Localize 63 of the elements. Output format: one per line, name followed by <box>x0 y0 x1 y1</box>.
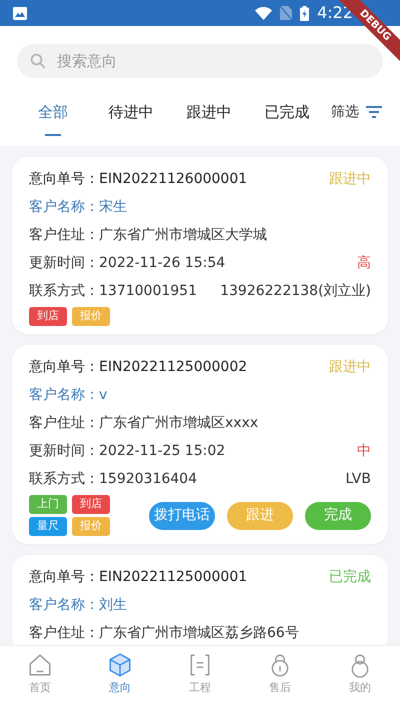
tag: 量尺 <box>29 517 67 536</box>
update-time: 2022-11-26 15:54 <box>99 254 226 272</box>
filter-tab[interactable]: 待进中 <box>92 78 170 146</box>
field-label: 更新时间： <box>29 442 99 460</box>
intent-card[interactable]: 意向单号：EIN20221126000001 跟进中 客户名称：宋生 客户住址：广东省广州市增城区大学城 更新时间：2022-11-26 15:54 高 联系方式：13710001951 13926222138(刘立业) 到店 报价 <box>12 157 388 334</box>
nav-item[interactable]: 首页 <box>0 646 80 711</box>
search-icon <box>29 52 47 70</box>
battery-icon <box>300 6 310 20</box>
field-label: 客户住址： <box>29 624 99 642</box>
phone-number: 13710001951 <box>99 282 197 300</box>
status-text: 已完成 <box>329 568 371 586</box>
field-label: 客户名称： <box>29 386 99 404</box>
filter-tab[interactable]: 全部 <box>14 78 92 146</box>
customer-name: 宋生 <box>99 198 127 216</box>
order-number: EIN20221125000002 <box>99 358 248 376</box>
customer-name: v <box>99 386 108 404</box>
filter-tab[interactable]: 已完成 <box>248 78 326 146</box>
customer-name: 刘生 <box>99 596 127 614</box>
field-label: 更新时间： <box>29 254 99 272</box>
status-text: 跟进中 <box>329 358 371 376</box>
field-label: 意向单号： <box>29 568 99 586</box>
action-button[interactable]: 完成 <box>305 502 371 530</box>
nav-item[interactable]: 我的 <box>320 646 400 711</box>
cube-icon <box>107 652 133 678</box>
wifi-icon <box>255 6 272 20</box>
tag: 到店 <box>72 495 110 514</box>
search-field[interactable]: 搜索意向 <box>17 44 383 78</box>
tag: 报价 <box>72 517 110 536</box>
nav-item[interactable]: 工程 <box>160 646 240 711</box>
home-icon <box>27 652 53 678</box>
field-label: 意向单号： <box>29 358 99 376</box>
tag: 上门 <box>29 495 67 514</box>
phone-number: 15920316404 <box>99 470 197 488</box>
second-contact: 13926222138(刘立业) <box>219 282 371 300</box>
field-label: 联系方式： <box>29 282 99 300</box>
nav-item[interactable]: 意向 <box>80 646 160 711</box>
intent-card[interactable]: 意向单号：EIN20221125000002 跟进中 客户名称：v 客户住址：广东省广州市增城区xxxx 更新时间：2022-11-25 15:02 中 联系方式：15920316404 LVB 上门 到店 量尺 报价 拨打电话 跟进 完成 <box>12 345 388 544</box>
field-label: 客户住址： <box>29 226 99 244</box>
second-contact: LVB <box>344 470 371 488</box>
action-button[interactable]: 拨打电话 <box>149 502 215 530</box>
nav-item[interactable]: 售后 <box>240 646 320 711</box>
filter-tab[interactable]: 跟进中 <box>170 78 248 146</box>
field-label: 客户名称： <box>29 198 99 216</box>
update-time: 2022-11-25 15:02 <box>99 442 226 460</box>
field-label: 意向单号： <box>29 170 99 188</box>
tag: 到店 <box>29 307 67 326</box>
customer-address: 广东省广州市增城区xxxx <box>99 414 258 432</box>
priority-text: 中 <box>357 442 371 460</box>
order-number: EIN20221126000001 <box>99 170 248 188</box>
priority-text: 高 <box>357 254 371 272</box>
customer-address: 广东省广州市增城区大学城 <box>99 226 267 244</box>
filter-icon <box>365 105 383 119</box>
field-label: 客户住址： <box>29 414 99 432</box>
customer-address: 广东省广州市增城区荔乡路66号 <box>99 624 299 642</box>
order-number: EIN20221125000001 <box>99 568 248 586</box>
intent-card[interactable]: 意向单号：EIN20221125000001 已完成 客户名称：刘生 客户住址：广东省广州市增城区荔乡路66号 <box>12 555 388 645</box>
filter-button[interactable]: 筛选 <box>331 102 383 122</box>
tag: 报价 <box>72 307 110 326</box>
image-icon <box>13 6 27 20</box>
field-label: 联系方式： <box>29 470 99 488</box>
no-sim-icon <box>280 6 292 20</box>
status-text: 跟进中 <box>329 170 371 188</box>
field-label: 客户名称： <box>29 596 99 614</box>
